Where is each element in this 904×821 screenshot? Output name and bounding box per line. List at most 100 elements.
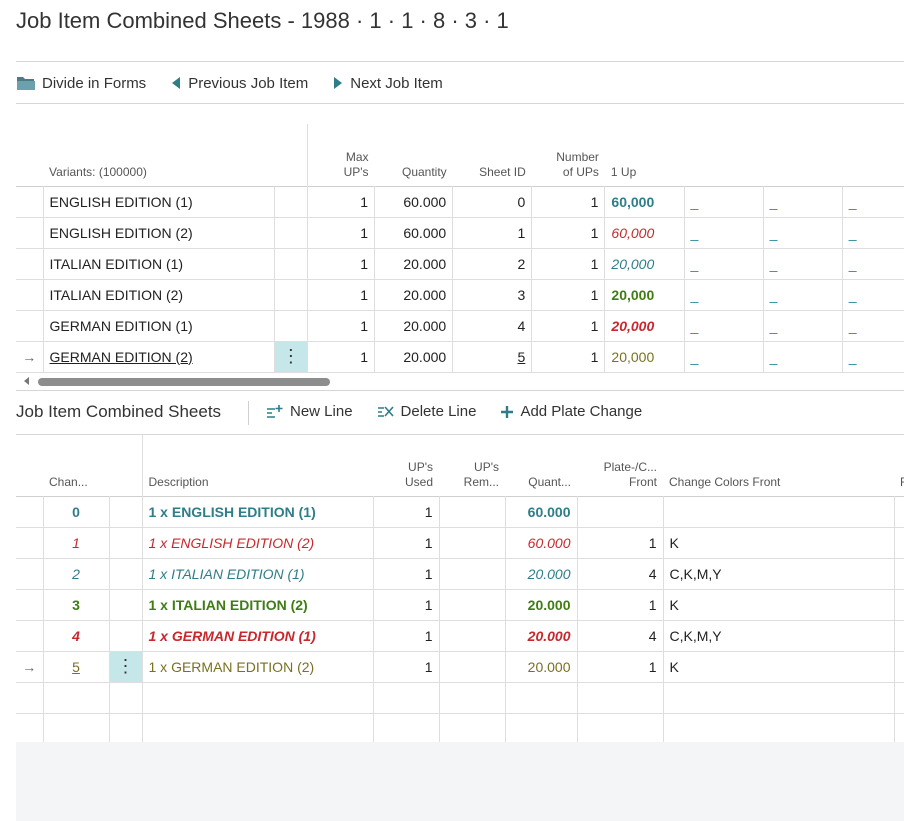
quantity-cell[interactable]: 60.000 xyxy=(374,217,454,249)
table-row[interactable]: 2 1 x ITALIAN EDITION (1) 1 20.000 4 C,K,M,Y xyxy=(16,558,904,590)
ups-used-cell[interactable]: 1 xyxy=(373,620,440,652)
empty-cell[interactable] xyxy=(109,713,143,745)
empty-cell[interactable] xyxy=(142,713,374,745)
number-of-ups-cell[interactable]: 1 xyxy=(531,310,606,342)
sheet-id-cell[interactable]: 1 xyxy=(452,217,533,249)
extra-cell[interactable] xyxy=(894,651,904,683)
blank-up-cell[interactable]: _ xyxy=(763,310,843,342)
sheet-id-cell[interactable]: 2 xyxy=(452,248,533,280)
col-header-change[interactable]: Chan... xyxy=(43,435,109,496)
variant-name-cell[interactable]: ENGLISH EDITION (2) xyxy=(43,217,275,249)
variant-name-cell[interactable]: GERMAN EDITION (1) xyxy=(43,310,275,342)
variant-name-cell[interactable]: GERMAN EDITION (2) xyxy=(43,341,275,373)
sheet-id-cell[interactable]: 4 xyxy=(452,310,533,342)
empty-cell[interactable] xyxy=(109,682,143,714)
change-colors-cell[interactable] xyxy=(663,496,895,528)
ups-remaining-cell[interactable] xyxy=(439,620,506,652)
quantity-cell[interactable]: 20.000 xyxy=(505,589,578,621)
variant-name-cell[interactable]: ITALIAN EDITION (2) xyxy=(43,279,275,311)
col-header-max-ups[interactable]: Max UP's xyxy=(307,124,374,186)
empty-row[interactable] xyxy=(16,682,904,714)
empty-cell[interactable] xyxy=(43,682,110,714)
change-no-cell[interactable]: 0 xyxy=(43,496,110,528)
max-ups-cell[interactable]: 1 xyxy=(307,248,376,280)
blank-up-cell[interactable]: _ xyxy=(763,248,843,280)
plate-front-cell[interactable]: 4 xyxy=(577,620,664,652)
extra-cell[interactable] xyxy=(894,527,904,559)
change-no-cell[interactable]: 2 xyxy=(43,558,110,590)
blank-up-cell[interactable]: _ xyxy=(684,341,764,373)
plate-front-cell[interactable]: 1 xyxy=(577,589,664,621)
col-header-quantity[interactable]: Quant... xyxy=(505,435,577,496)
quantity-cell[interactable]: 20.000 xyxy=(374,341,454,373)
plate-front-cell[interactable] xyxy=(577,496,664,528)
table-row[interactable]: 31 x ITALIAN EDITION (2) 1 20.000 1 K xyxy=(16,589,904,621)
change-no-cell[interactable]: 4 xyxy=(43,620,110,652)
plate-front-cell[interactable]: 1 xyxy=(577,651,664,683)
number-of-ups-cell[interactable]: 1 xyxy=(531,341,606,373)
extra-cell[interactable] xyxy=(894,620,904,652)
col-header-extra[interactable]: F xyxy=(894,435,904,496)
table-row[interactable]: → GERMAN EDITION (2) ⋮ 1 20.000 5 1 20,000 _ _ _ xyxy=(16,341,904,373)
blank-up-cell[interactable]: _ xyxy=(684,217,764,249)
empty-cell[interactable] xyxy=(505,682,578,714)
quantity-cell[interactable]: 20.000 xyxy=(374,248,454,280)
empty-cell[interactable] xyxy=(577,682,664,714)
empty-cell[interactable] xyxy=(439,713,506,745)
empty-cell[interactable] xyxy=(373,682,440,714)
empty-cell[interactable] xyxy=(16,682,44,714)
ups-used-cell[interactable]: 1 xyxy=(373,589,440,621)
ups-used-cell[interactable]: 1 xyxy=(373,496,440,528)
change-colors-cell[interactable]: C,K,M,Y xyxy=(663,620,895,652)
ups-remaining-cell[interactable] xyxy=(439,589,506,621)
empty-cell[interactable] xyxy=(505,713,578,745)
max-ups-cell[interactable]: 1 xyxy=(307,217,376,249)
change-no-cell[interactable]: 3 xyxy=(43,589,110,621)
number-of-ups-cell[interactable]: 1 xyxy=(531,217,606,249)
table-row[interactable]: 11 x ENGLISH EDITION (2) 1 60.000 1 K xyxy=(16,527,904,559)
quantity-cell[interactable]: 60.000 xyxy=(374,186,454,218)
empty-cell[interactable] xyxy=(373,713,440,745)
col-header-number-of-ups[interactable]: Number of UPs xyxy=(532,124,605,186)
sheet-id-cell[interactable]: 0 xyxy=(452,186,533,218)
quantity-cell[interactable]: 20.000 xyxy=(505,558,578,590)
col-header-quantity[interactable]: Quantity xyxy=(375,124,453,186)
col-header-variants[interactable]: Variants: (100000) xyxy=(43,124,274,186)
blank-up-cell[interactable]: _ xyxy=(684,186,764,218)
ups-used-cell[interactable]: 1 xyxy=(373,651,440,683)
change-colors-cell[interactable]: K xyxy=(663,589,895,621)
max-ups-cell[interactable]: 1 xyxy=(307,186,376,218)
one-up-cell[interactable]: 60,000 xyxy=(604,186,685,218)
empty-cell[interactable] xyxy=(577,713,664,745)
blank-up-cell[interactable]: _ xyxy=(684,248,764,280)
empty-cell[interactable] xyxy=(663,713,895,745)
previous-job-item-button[interactable]: Previous Job Item xyxy=(170,75,308,92)
description-cell[interactable]: 1 x GERMAN EDITION (1) xyxy=(142,620,374,652)
max-ups-cell[interactable]: 1 xyxy=(307,279,376,311)
quantity-cell[interactable]: 20.000 xyxy=(505,651,578,683)
horizontal-scrollbar[interactable] xyxy=(16,375,904,389)
divide-in-forms-button[interactable]: Divide in Forms xyxy=(16,74,146,92)
blank-up-cell[interactable]: _ xyxy=(842,341,904,373)
add-plate-change-button[interactable]: Add Plate Change xyxy=(500,403,642,420)
blank-up-cell[interactable]: _ xyxy=(763,217,843,249)
empty-cell[interactable] xyxy=(663,682,895,714)
blank-up-cell[interactable]: _ xyxy=(684,279,764,311)
col-header-description[interactable]: Description xyxy=(142,435,373,496)
empty-cell[interactable] xyxy=(43,713,110,745)
empty-cell[interactable] xyxy=(16,713,44,745)
col-header-sheet-id[interactable]: Sheet ID xyxy=(453,124,532,186)
table-row[interactable]: GERMAN EDITION (1) 1 20.000 4 1 20,000 _ _ _ xyxy=(16,310,904,342)
row-menu-icon[interactable]: ⋮ xyxy=(274,341,308,373)
extra-cell[interactable] xyxy=(894,496,904,528)
row-menu-icon[interactable]: ⋮ xyxy=(109,651,143,683)
change-colors-cell[interactable]: K xyxy=(663,527,895,559)
blank-up-cell[interactable]: _ xyxy=(842,248,904,280)
number-of-ups-cell[interactable]: 1 xyxy=(531,248,606,280)
table-row[interactable]: ENGLISH EDITION (2) 1 60.000 1 1 60,000 _ _ _ xyxy=(16,217,904,249)
new-line-button[interactable]: New Line xyxy=(266,403,353,420)
quantity-cell[interactable]: 20.000 xyxy=(374,279,454,311)
empty-cell[interactable] xyxy=(439,682,506,714)
one-up-cell[interactable]: 20,000 xyxy=(604,248,685,280)
extra-cell[interactable] xyxy=(894,589,904,621)
